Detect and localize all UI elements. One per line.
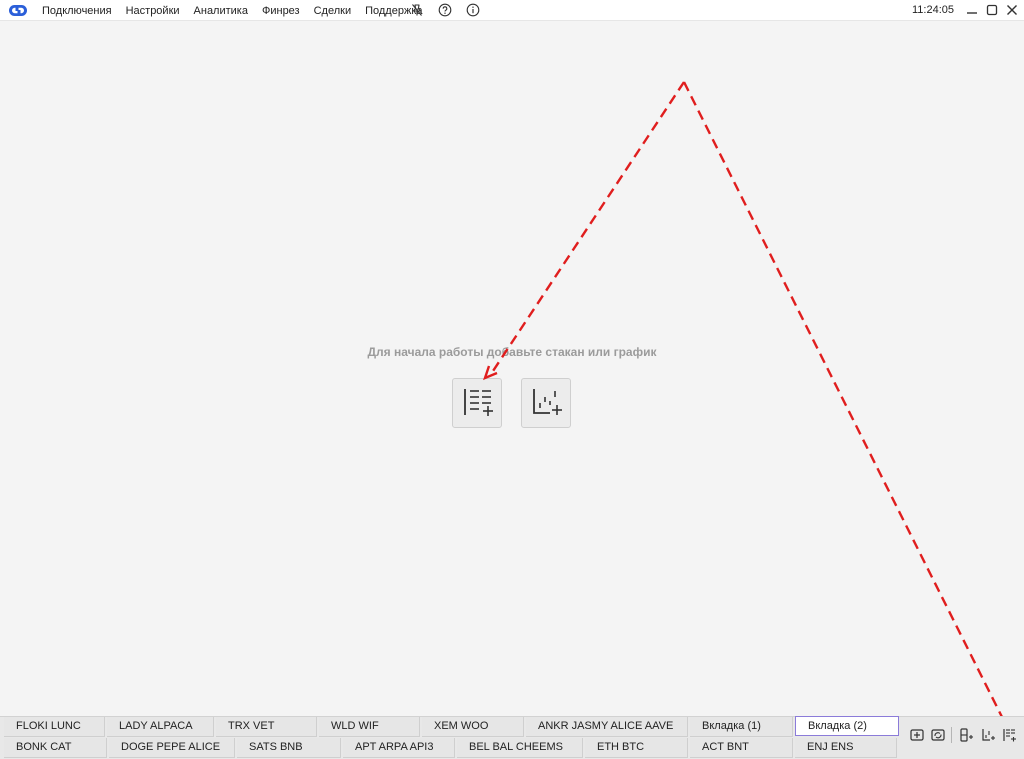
annotation-arrows <box>483 81 1013 734</box>
tab-enj-ens[interactable]: ENJ ENS <box>795 738 897 758</box>
pin-off-icon[interactable] <box>410 3 424 17</box>
arrow-to-add-orderbook <box>483 81 686 381</box>
menu-connections[interactable]: Подключения <box>42 5 112 17</box>
tab-sats-bnb[interactable]: SATS BNB <box>237 738 341 758</box>
tab-ankr-jasmy-alice-aave[interactable]: ANKR JASMY ALICE AAVE <box>526 717 688 737</box>
add-chart-small-icon[interactable] <box>980 727 996 743</box>
tab-floki-lunc[interactable]: FLOKI LUNC <box>4 717 105 737</box>
info-icon[interactable] <box>466 3 480 17</box>
add-tab-icon[interactable] <box>909 727 925 743</box>
tab-bel-bal-cheems[interactable]: BEL BAL CHEEMS <box>457 738 583 758</box>
tab-trx-vet[interactable]: TRX VET <box>216 717 317 737</box>
add-chart-icon <box>533 389 562 415</box>
tab-act-bnt[interactable]: ACT BNT <box>690 738 793 758</box>
title-bar: Подключения Настройки Аналитика Финрез С… <box>0 0 1024 21</box>
swap-tabs-icon[interactable] <box>930 727 946 743</box>
app-logo[interactable] <box>8 3 28 18</box>
menu-settings[interactable]: Настройки <box>126 5 180 17</box>
add-orderbook-icon <box>464 389 493 416</box>
tab-lady-alpaca[interactable]: LADY ALPACA <box>107 717 214 737</box>
toolbar-divider <box>951 727 952 743</box>
add-orderbook-button[interactable] <box>452 378 502 428</box>
tab-doge-pepe-alice[interactable]: DOGE PEPE ALICE <box>109 738 235 758</box>
tab-bonk-cat[interactable]: BONK CAT <box>4 738 107 758</box>
add-chart-button[interactable] <box>521 378 571 428</box>
tab-wld-wif[interactable]: WLD WIF <box>319 717 420 737</box>
maximize-icon[interactable] <box>985 3 999 17</box>
tab-xem-woo[interactable]: XEM WOO <box>422 717 524 737</box>
menu-analytics[interactable]: Аналитика <box>194 5 248 17</box>
arrow-to-bottom-orderbook-icon <box>682 81 1013 734</box>
menu-finrez[interactable]: Финрез <box>262 5 300 17</box>
empty-workspace-hint: Для начала работы добавьте стакан или гр… <box>367 345 657 359</box>
add-orderbook-small-icon[interactable] <box>1001 727 1017 743</box>
close-icon[interactable] <box>1005 3 1019 17</box>
tab-vkladka-1[interactable]: Вкладка (1) <box>690 717 793 737</box>
tab-vkladka-2[interactable]: Вкладка (2) <box>795 716 899 736</box>
clock: 11:24:05 <box>912 4 955 16</box>
main-menu: Подключения Настройки Аналитика Финрез С… <box>42 0 437 21</box>
minimize-icon[interactable] <box>965 3 979 17</box>
tab-apt-arpa-api3[interactable]: APT ARPA API3 <box>343 738 455 758</box>
add-widget-icon[interactable] <box>958 727 974 743</box>
tab-eth-btc[interactable]: ETH BTC <box>585 738 688 758</box>
menu-deals[interactable]: Сделки <box>314 5 352 17</box>
help-icon[interactable] <box>438 3 452 17</box>
